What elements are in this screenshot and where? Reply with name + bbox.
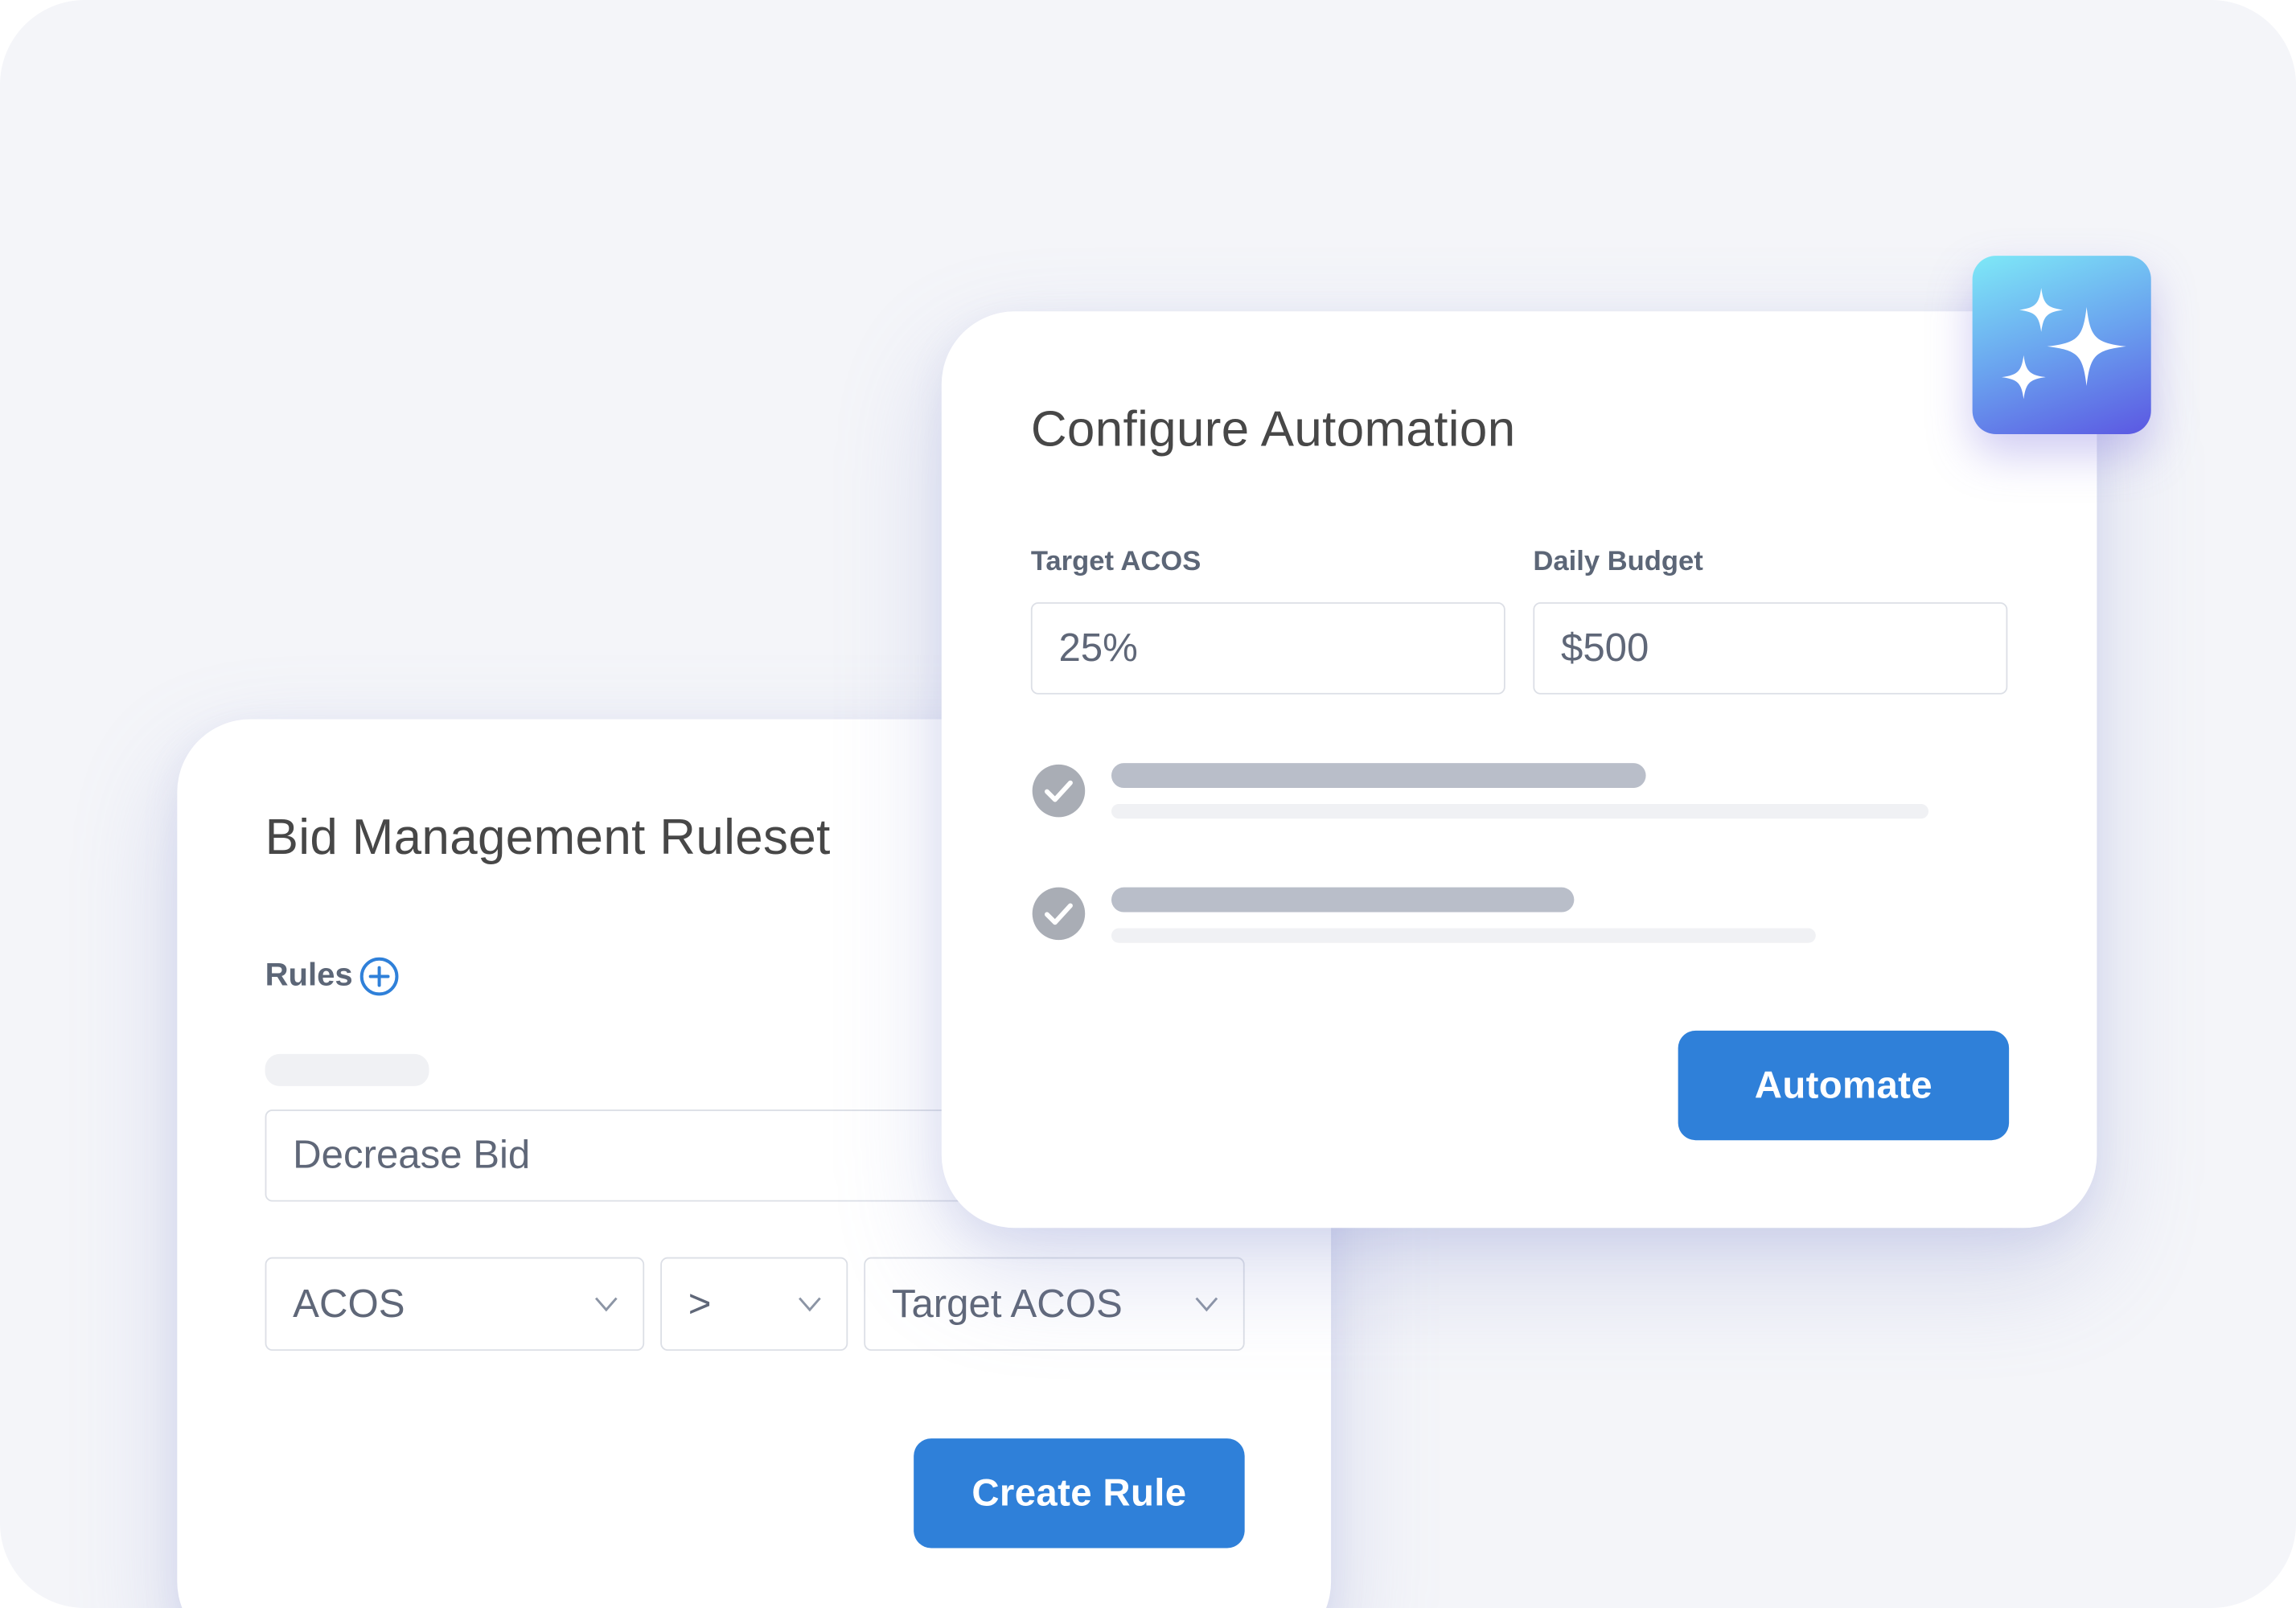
add-rule-icon[interactable] [359, 956, 400, 997]
configure-automation-card: Configure Automation Target ACOS Daily B… [941, 311, 2097, 1229]
target-acos-value: 25% [1058, 626, 1138, 670]
checklist-item-subtitle-placeholder [1111, 928, 1816, 943]
target-acos-input[interactable]: 25% [1030, 602, 1505, 695]
chevron-down-icon [799, 1297, 821, 1312]
chevron-down-icon [1195, 1297, 1218, 1312]
compare-select[interactable]: Target ACOS [864, 1257, 1245, 1352]
rule-action-value: Decrease Bid [293, 1133, 531, 1177]
daily-budget-value: $500 [1560, 626, 1649, 670]
metric-select-value: ACOS [293, 1281, 405, 1326]
rules-card-title: Bid Management Ruleset [265, 810, 831, 866]
daily-budget-label: Daily Budget [1533, 547, 1703, 578]
checklist-item-title-placeholder [1111, 887, 1575, 913]
compare-select-value: Target ACOS [891, 1281, 1123, 1326]
operator-select-value: > [688, 1281, 712, 1326]
automation-card-title: Configure Automation [1030, 402, 1516, 458]
checklist-item-subtitle-placeholder [1111, 804, 1928, 819]
metric-select[interactable]: ACOS [265, 1257, 645, 1352]
field-label-placeholder [265, 1053, 429, 1086]
sparkles-icon [2002, 288, 2126, 400]
page-background: Bid Management Ruleset Rules Decrease Bi… [0, 0, 2296, 1608]
check-circle-icon [1032, 887, 1086, 941]
create-rule-button[interactable]: Create Rule [914, 1438, 1245, 1549]
target-acos-label: Target ACOS [1030, 547, 1201, 578]
chevron-down-icon [594, 1297, 618, 1312]
ai-sparkle-badge [1972, 256, 2151, 435]
check-circle-icon [1032, 764, 1086, 818]
checklist-item-title-placeholder [1111, 763, 1646, 789]
operator-select[interactable]: > [660, 1257, 848, 1352]
daily-budget-input[interactable]: $500 [1533, 602, 2008, 695]
rules-label: Rules [265, 956, 353, 993]
automate-button[interactable]: Automate [1678, 1030, 2010, 1141]
